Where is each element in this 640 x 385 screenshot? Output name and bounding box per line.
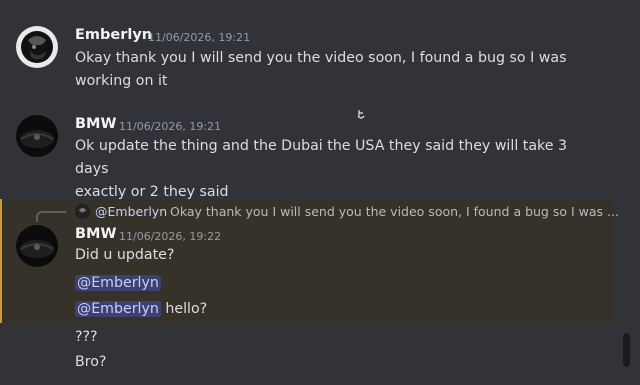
message-line: Okay thank you I will send you the video… <box>75 50 567 66</box>
reply-avatar-icon <box>75 204 90 219</box>
message-line: Did u update? <box>75 247 175 263</box>
reply-preview-text[interactable]: Okay thank you I will send you the video… <box>170 204 619 219</box>
message-line: Bro? <box>75 354 107 370</box>
username[interactable]: BMW <box>75 226 116 242</box>
message-line: ??? <box>75 329 98 345</box>
message-text: Ok update the thing and the Dubai the US… <box>75 135 595 204</box>
message-text: Okay thank you I will send you the video… <box>75 47 595 93</box>
timestamp: 11/06/2026, 19:22 <box>119 230 222 243</box>
reply-mention[interactable]: @Emberlyn <box>95 204 167 219</box>
avatar-bmw[interactable] <box>16 115 58 157</box>
mention-line: @Emberlyn hello? <box>75 301 207 317</box>
avatar-emberlyn[interactable] <box>16 26 58 68</box>
reply-connector <box>36 211 66 222</box>
username[interactable]: Emberlyn <box>75 27 152 43</box>
mention-pill[interactable]: @Emberlyn <box>75 301 161 317</box>
mention-suffix: hello? <box>160 301 208 317</box>
scrollbar-track[interactable] <box>620 0 632 385</box>
cursor-icon <box>357 110 365 119</box>
message-line: Ok update the thing and the Dubai the US… <box>75 138 568 177</box>
timestamp: 11/06/2026, 19:21 <box>148 31 251 44</box>
timestamp: 11/06/2026, 19:21 <box>119 120 222 133</box>
scrollbar-thumb[interactable] <box>623 333 630 367</box>
mention-pill[interactable]: @Emberlyn <box>75 275 161 291</box>
chat-messages: Emberlyn 11/06/2026, 19:21 Okay thank yo… <box>0 0 640 385</box>
username[interactable]: BMW <box>75 116 116 132</box>
mention-line: @Emberlyn <box>75 275 161 291</box>
message-line: working on it <box>75 73 168 89</box>
avatar-bmw[interactable] <box>16 225 58 267</box>
